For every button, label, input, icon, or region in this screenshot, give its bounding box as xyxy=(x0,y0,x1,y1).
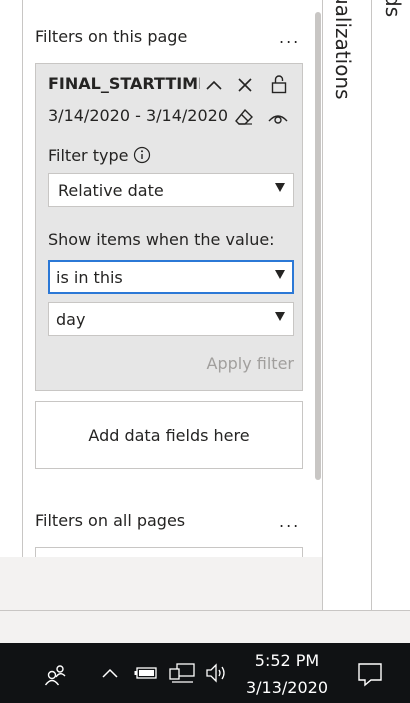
page-filters-more-button[interactable]: ... xyxy=(279,28,300,47)
unit-value: day xyxy=(56,310,86,329)
dropdown-arrow-icon xyxy=(275,270,285,279)
condition-dropdown[interactable]: is in this xyxy=(48,260,294,294)
canvas-bottom-area xyxy=(0,557,322,610)
network-icon[interactable] xyxy=(168,662,196,684)
people-icon[interactable] xyxy=(42,662,70,688)
pane-divider xyxy=(322,0,323,610)
lock-icon[interactable] xyxy=(268,73,290,95)
collapse-chevron-icon[interactable] xyxy=(203,74,225,96)
clock-date[interactable]: 3/13/2020 xyxy=(240,678,334,697)
chevron-up-icon[interactable] xyxy=(99,665,121,681)
all-pages-filters-more-button[interactable]: ... xyxy=(279,512,300,531)
filters-pane: Filters on this page ... FINAL_STARTTIMI… xyxy=(23,0,323,557)
show-items-label: Show items when the value: xyxy=(48,230,275,249)
battery-icon[interactable] xyxy=(133,663,159,683)
filter-type-label: Filter type xyxy=(48,146,129,165)
fields-pane-tab[interactable]: ds xyxy=(381,0,405,17)
windows-taskbar: 5:52 PM 3/13/2020 xyxy=(0,643,410,703)
volume-icon[interactable] xyxy=(204,662,230,684)
filter-type-value: Relative date xyxy=(58,181,164,200)
dropdown-arrow-icon xyxy=(275,312,285,321)
unit-dropdown[interactable]: day xyxy=(48,302,294,336)
action-center-icon[interactable] xyxy=(356,660,384,688)
pane-divider xyxy=(371,0,372,610)
filters-on-page-title: Filters on this page xyxy=(35,27,188,46)
status-bar xyxy=(0,611,410,643)
filter-card: FINAL_STARTTIMI 3/14/2020 - 3/14/2020 Fi… xyxy=(35,63,303,391)
all-pages-drop-zone[interactable] xyxy=(35,547,303,557)
clear-close-icon[interactable] xyxy=(234,74,256,96)
apply-filter-button[interactable]: Apply filter xyxy=(207,354,294,373)
info-icon[interactable] xyxy=(131,144,153,166)
filter-date-range: 3/14/2020 - 3/14/2020 xyxy=(48,106,229,125)
filter-type-dropdown[interactable]: Relative date xyxy=(48,173,294,207)
filter-field-name[interactable]: FINAL_STARTTIMI xyxy=(48,74,200,93)
pane-scrollbar-thumb[interactable] xyxy=(315,12,321,480)
dropdown-arrow-icon xyxy=(275,183,285,192)
visualizations-pane-tab[interactable]: ualizations xyxy=(331,0,355,100)
clock-time[interactable]: 5:52 PM xyxy=(240,651,334,670)
condition-value: is in this xyxy=(56,268,123,287)
eraser-icon[interactable] xyxy=(233,106,255,128)
add-data-fields-drop-zone[interactable]: Add data fields here xyxy=(35,401,303,469)
add-data-fields-text: Add data fields here xyxy=(88,425,250,445)
filters-on-all-pages-title: Filters on all pages xyxy=(35,511,186,530)
eye-icon[interactable] xyxy=(267,107,289,129)
